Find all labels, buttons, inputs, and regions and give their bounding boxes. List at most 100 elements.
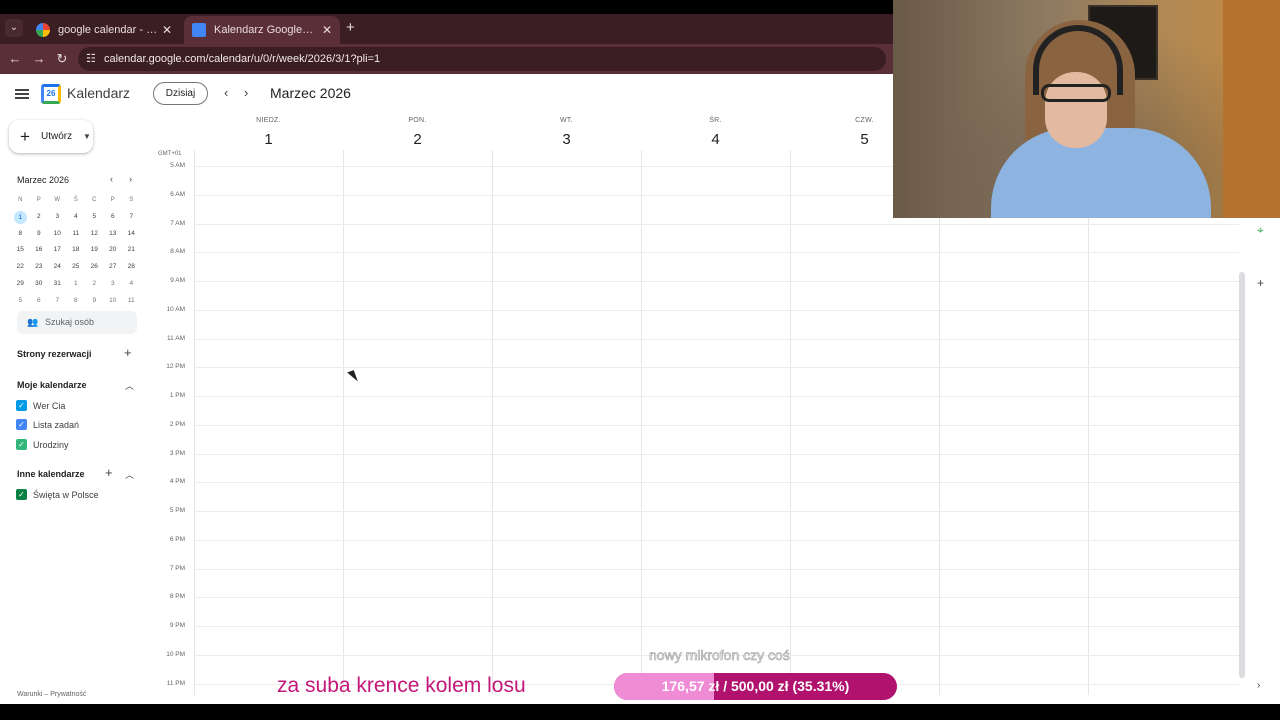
close-icon[interactable]: ✕	[162, 16, 172, 44]
mini-day[interactable]: 4	[67, 209, 86, 226]
checkbox-checked-icon[interactable]: ✓	[16, 419, 27, 430]
mini-day[interactable]: 15	[11, 242, 30, 259]
tab-search-chevron-icon[interactable]: ⌄	[5, 19, 23, 37]
mini-calendar-title: Marzec 2026	[17, 175, 70, 185]
hour-line	[194, 626, 1239, 627]
mini-day[interactable]: 31	[48, 276, 67, 293]
mini-day[interactable]: 8	[11, 226, 30, 243]
mini-day[interactable]: 4	[122, 276, 141, 293]
mini-day[interactable]: 18	[67, 242, 86, 259]
mini-day[interactable]: 23	[30, 259, 49, 276]
reload-icon[interactable]: ↻	[53, 50, 71, 68]
day-header[interactable]: PON. 2	[343, 117, 492, 148]
mini-day[interactable]: 26	[85, 259, 104, 276]
calendar-item-lista-zadan[interactable]: ✓ Lista zadań	[16, 419, 79, 431]
mini-day[interactable]: 3	[104, 276, 123, 293]
day-date[interactable]: 2	[343, 131, 492, 148]
mini-day[interactable]: 7	[122, 209, 141, 226]
caret-down-icon: ▼	[83, 132, 91, 141]
day-date[interactable]: 1	[194, 131, 343, 148]
today-button[interactable]: Dzisiaj	[153, 82, 208, 105]
chevron-right-icon[interactable]: ›	[244, 85, 248, 100]
close-icon[interactable]: ✕	[322, 16, 332, 44]
forward-arrow-icon[interactable]: →	[30, 50, 48, 68]
mini-day[interactable]: 30	[30, 276, 49, 293]
browser-toolbar: ← → ↻ ☷ calendar.google.com/calendar/u/0…	[0, 44, 893, 74]
mini-day[interactable]: 19	[85, 242, 104, 259]
add-booking-page-plus-icon[interactable]: +	[124, 345, 132, 360]
mini-day[interactable]: 21	[122, 242, 141, 259]
mini-weekday: P	[36, 197, 41, 203]
chevron-up-icon[interactable]: ︿	[125, 379, 134, 392]
add-other-calendar-plus-icon[interactable]: +	[105, 465, 113, 480]
side-panel-plus-icon[interactable]: +	[1257, 276, 1264, 290]
mini-day[interactable]: 6	[104, 209, 123, 226]
site-settings-icon[interactable]: ☷	[86, 47, 96, 71]
calendar-favicon-icon	[192, 23, 206, 37]
mini-weekday: W	[54, 197, 61, 203]
calendar-item-swieta[interactable]: ✓ Święta w Polsce	[16, 489, 99, 501]
mini-day[interactable]: 13	[104, 226, 123, 243]
chevron-left-icon[interactable]: ‹	[224, 85, 228, 100]
back-arrow-icon[interactable]: ←	[6, 50, 24, 68]
mini-day[interactable]: 20	[104, 242, 123, 259]
mini-day[interactable]: 11	[122, 293, 141, 310]
hour-label: 5 PM	[169, 507, 185, 514]
mini-day[interactable]: 1	[67, 276, 86, 293]
mini-day[interactable]: 24	[48, 259, 67, 276]
mini-day[interactable]: 10	[104, 293, 123, 310]
mini-day[interactable]: 14	[122, 226, 141, 243]
checkbox-checked-icon[interactable]: ✓	[16, 439, 27, 450]
mini-day[interactable]: 3	[48, 209, 67, 226]
mini-day[interactable]: 28	[122, 259, 141, 276]
checkbox-checked-icon[interactable]: ✓	[16, 489, 27, 500]
day-header[interactable]: WT. 3	[492, 117, 641, 148]
new-tab-plus-icon[interactable]: +	[346, 19, 355, 36]
mini-day[interactable]: 5	[85, 209, 104, 226]
mini-day[interactable]: 2	[30, 209, 49, 226]
checkbox-checked-icon[interactable]: ✓	[16, 400, 27, 411]
day-header[interactable]: ŚR. 4	[641, 117, 790, 148]
day-date[interactable]: 4	[641, 131, 790, 148]
mini-day[interactable]: 16	[30, 242, 49, 259]
chevron-up-icon[interactable]: ︿	[125, 468, 134, 481]
hour-line	[194, 252, 1239, 254]
hour-label: 2 PM	[169, 420, 185, 428]
mini-day[interactable]: 1	[13, 210, 27, 224]
mini-day[interactable]: 10	[48, 226, 67, 243]
calendar-item-wer-cia[interactable]: ✓ Wer Cia	[16, 400, 65, 412]
mini-day[interactable]: 8	[67, 293, 86, 310]
people-search-input[interactable]: 👥 Szukaj osób	[17, 311, 137, 334]
mini-day[interactable]: 11	[67, 226, 86, 243]
address-bar[interactable]: ☷ calendar.google.com/calendar/u/0/r/wee…	[78, 47, 886, 71]
mini-day[interactable]: 6	[30, 293, 49, 310]
mini-day[interactable]: 22	[11, 259, 30, 276]
mini-chevron-left-icon[interactable]: ‹	[110, 174, 113, 184]
mini-chevron-right-icon[interactable]: ›	[129, 174, 132, 184]
mini-day[interactable]: 7	[48, 293, 67, 310]
main-menu-icon[interactable]	[15, 87, 29, 101]
calendar-item-urodziny[interactable]: ✓ Urodziny	[16, 439, 69, 451]
mini-day[interactable]: 29	[11, 276, 30, 293]
create-button[interactable]: + Utwórz ▼	[9, 120, 93, 153]
day-date[interactable]: 3	[492, 131, 641, 148]
mini-day[interactable]: 9	[30, 226, 49, 243]
tab-google-calendar[interactable]: Kalendarz Google - Tydzień, w ✕	[184, 16, 340, 44]
mini-day[interactable]: 12	[85, 226, 104, 243]
mini-day[interactable]: 17	[48, 242, 67, 259]
side-panel-chevron-right-icon[interactable]: ›	[1257, 680, 1260, 691]
my-calendars-title[interactable]: Moje kalendarze	[17, 380, 87, 390]
day-header[interactable]: NIEDZ. 1	[194, 117, 343, 148]
vertical-scrollbar[interactable]	[1239, 272, 1245, 678]
hour-label: 11 PM	[166, 679, 185, 687]
mini-day[interactable]: 2	[85, 276, 104, 293]
mini-day[interactable]: 5	[11, 293, 30, 310]
mini-day[interactable]: 25	[67, 259, 86, 276]
mini-day[interactable]: 9	[85, 293, 104, 310]
mini-day[interactable]: 27	[104, 259, 123, 276]
footer-links[interactable]: Warunki – Prywatność	[17, 691, 86, 698]
app-title[interactable]: Kalendarz	[67, 85, 130, 101]
tab-google-search[interactable]: google calendar - Szukaj w Goo ✕	[28, 16, 180, 44]
other-calendars-title[interactable]: Inne kalendarze	[17, 469, 85, 479]
maps-icon[interactable]: ⌖	[1257, 223, 1264, 238]
